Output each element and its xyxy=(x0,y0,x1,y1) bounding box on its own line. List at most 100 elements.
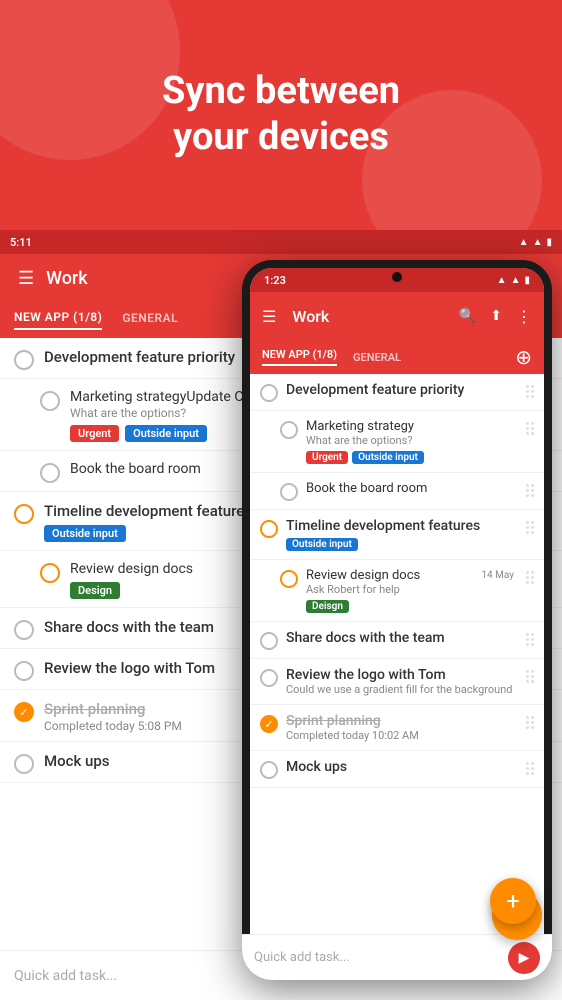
drag-handle[interactable] xyxy=(526,630,534,649)
phone-camera xyxy=(392,272,402,282)
tag-outside-input: Outside input xyxy=(352,451,424,464)
phone-tab-plus-icon[interactable]: ⊕ xyxy=(515,345,532,369)
wifi-icon: ▲ xyxy=(519,237,529,248)
task-content: Marketing strategy What are the options?… xyxy=(306,419,518,464)
task-circle[interactable] xyxy=(280,570,298,588)
task-title: Book the board room xyxy=(306,481,518,496)
list-item: Timeline development features Outside in… xyxy=(250,510,544,560)
list-item: Mock ups xyxy=(250,751,544,788)
task-circle[interactable] xyxy=(260,632,278,650)
drag-handle[interactable] xyxy=(526,568,534,587)
phone-task-list: Development feature priority Marketing s… xyxy=(250,374,544,926)
devices-container: 5:11 ▲ ▲ ▮ ☰ Work 🔍 ⬆ ⋮ NEW APP (1/8) GE… xyxy=(0,230,562,1000)
task-circle[interactable] xyxy=(260,384,278,402)
list-item: Share docs with the team xyxy=(250,622,544,659)
list-item: Review the logo with Tom Could we use a … xyxy=(250,659,544,705)
drag-handle[interactable] xyxy=(526,419,534,438)
task-circle[interactable] xyxy=(40,563,60,583)
drag-handle[interactable] xyxy=(526,713,534,732)
phone-menu-icon[interactable]: ☰ xyxy=(262,307,276,326)
task-title: Review the logo with Tom xyxy=(286,667,518,683)
task-circle[interactable] xyxy=(260,761,278,779)
task-content: Development feature priority xyxy=(286,382,518,398)
task-title: Timeline development features xyxy=(286,518,518,534)
task-circle[interactable] xyxy=(260,669,278,687)
tab-general[interactable]: GENERAL xyxy=(122,311,178,329)
task-tags: Outside input xyxy=(286,538,518,551)
task-circle[interactable] xyxy=(14,754,34,774)
signal-icon: ▲ xyxy=(511,275,521,286)
drag-handle[interactable] xyxy=(526,481,534,500)
battery-icon: ▮ xyxy=(546,237,552,248)
drag-handle[interactable] xyxy=(526,759,534,778)
task-tags: Urgent Outside input xyxy=(306,451,518,464)
tag-design: Design xyxy=(70,582,120,599)
task-circle[interactable] xyxy=(40,391,60,411)
phone-fab-button[interactable]: + xyxy=(490,878,536,924)
task-content: Review design docs Ask Robert for help 1… xyxy=(306,568,518,613)
task-circle[interactable] xyxy=(260,520,278,538)
menu-icon[interactable]: ☰ xyxy=(14,264,38,293)
task-title: Mock ups xyxy=(286,759,518,775)
task-title: Development feature priority xyxy=(286,382,518,398)
task-circle[interactable] xyxy=(14,350,34,370)
task-subtitle: Ask Robert for help xyxy=(306,583,518,596)
task-circle[interactable] xyxy=(14,504,34,524)
signal-icon: ▲ xyxy=(533,237,543,248)
list-item: Book the board room xyxy=(250,473,544,510)
task-tags: Deisgn xyxy=(306,600,518,613)
phone-time: 1:23 xyxy=(264,274,286,287)
quick-add-send-button[interactable]: ▶ xyxy=(508,942,540,973)
task-circle-checked[interactable] xyxy=(14,702,34,722)
phone-tab-new-app[interactable]: NEW APP (1/8) xyxy=(262,348,337,366)
send-icon: ▶ xyxy=(519,950,530,966)
task-content: Review the logo with Tom Could we use a … xyxy=(286,667,518,696)
task-title: Sprint planning xyxy=(286,713,518,729)
phone-tabs: NEW APP (1/8) GENERAL ⊕ xyxy=(250,340,544,374)
wifi-icon: ▲ xyxy=(497,275,507,286)
phone-quick-add-bar: Quick add task... ▶ xyxy=(250,934,544,972)
tag-urgent: Urgent xyxy=(70,425,119,442)
phone-more-icon[interactable]: ⋮ xyxy=(516,307,532,326)
task-circle[interactable] xyxy=(280,483,298,501)
hero-title: Sync between your devices xyxy=(142,69,420,160)
list-item: Development feature priority xyxy=(250,374,544,411)
task-subtitle: What are the options? xyxy=(306,434,518,447)
tag-outside-input: Outside input xyxy=(125,425,207,442)
task-subtitle: Could we use a gradient fill for the bac… xyxy=(286,683,518,696)
task-content: Share docs with the team xyxy=(286,630,518,646)
tablet-status-bar: 5:11 ▲ ▲ ▮ xyxy=(0,230,562,254)
list-item: Marketing strategy What are the options?… xyxy=(250,411,544,473)
task-circle-checked[interactable] xyxy=(260,715,278,733)
list-item: Sprint planning Completed today 10:02 AM xyxy=(250,705,544,751)
task-circle[interactable] xyxy=(14,661,34,681)
task-content: Sprint planning Completed today 10:02 AM xyxy=(286,713,518,742)
list-item: Review design docs Ask Robert for help 1… xyxy=(250,560,544,622)
tag-outside-input: Outside input xyxy=(286,538,358,551)
tab-new-app[interactable]: NEW APP (1/8) xyxy=(14,310,102,330)
phone-app-title: Work xyxy=(292,307,450,326)
tag-outside-input: Outside input xyxy=(44,525,126,542)
phone-device: 1:23 ▲ ▲ ▮ ☰ Work 🔍 ⬆ ⋮ NEW APP (1/8) GE… xyxy=(242,260,552,980)
task-date: 14 May xyxy=(481,570,514,581)
tablet-status-icons: ▲ ▲ ▮ xyxy=(519,237,552,248)
hero-section: Sync between your devices xyxy=(0,0,562,230)
task-circle[interactable] xyxy=(280,421,298,439)
task-circle[interactable] xyxy=(14,620,34,640)
task-title: Marketing strategy xyxy=(306,419,518,434)
phone-tab-general[interactable]: GENERAL xyxy=(353,351,401,364)
phone-quick-add-text[interactable]: Quick add task... xyxy=(254,950,508,965)
phone-share-icon[interactable]: ⬆ xyxy=(490,308,502,324)
task-content: Book the board room xyxy=(306,481,518,496)
phone-search-icon[interactable]: 🔍 xyxy=(459,308,476,324)
task-circle[interactable] xyxy=(40,463,60,483)
phone-status-icons: ▲ ▲ ▮ xyxy=(497,275,530,286)
task-content: Mock ups xyxy=(286,759,518,775)
tablet-quick-add-placeholder[interactable]: Quick add task... xyxy=(14,968,117,984)
drag-handle[interactable] xyxy=(526,518,534,537)
drag-handle[interactable] xyxy=(526,667,534,686)
battery-icon: ▮ xyxy=(524,275,530,286)
tag-design: Deisgn xyxy=(306,600,349,613)
task-title: Share docs with the team xyxy=(286,630,518,646)
drag-handle[interactable] xyxy=(526,382,534,401)
